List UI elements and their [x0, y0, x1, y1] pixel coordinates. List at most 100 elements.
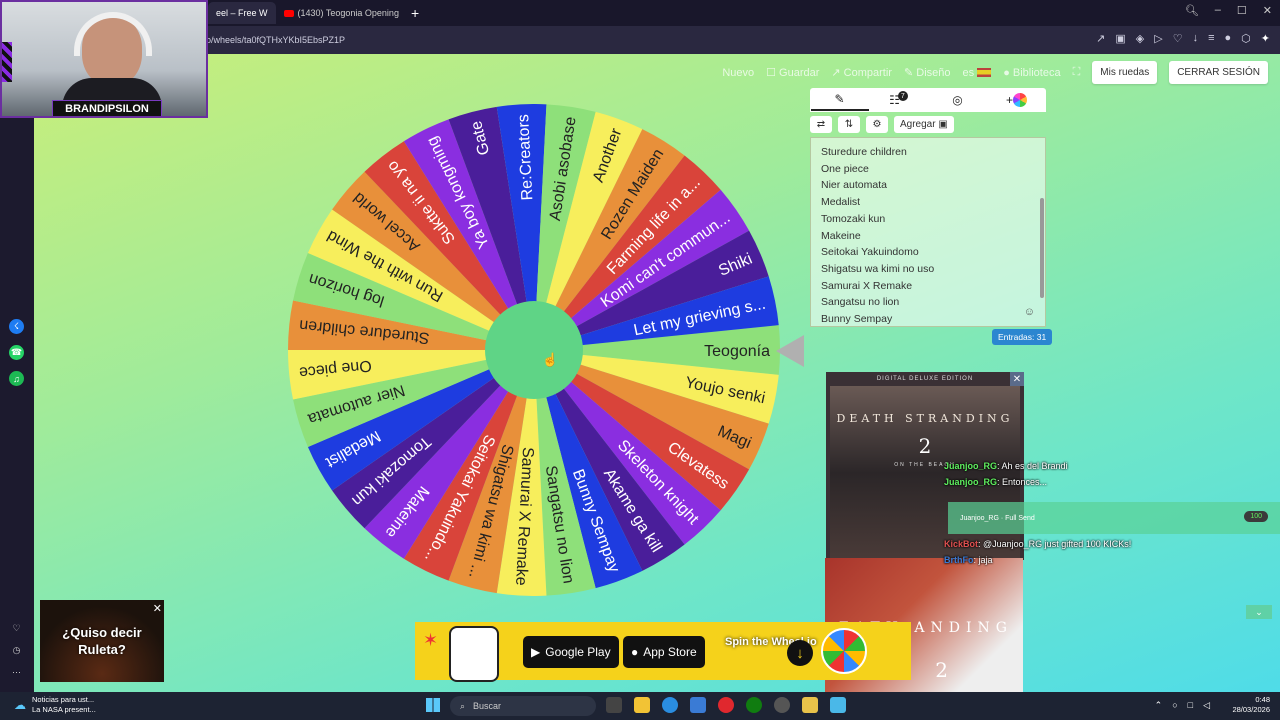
compartir-label: Compartir — [843, 67, 892, 79]
menu-icon[interactable]: ≡ — [1208, 32, 1214, 45]
close-button[interactable]: ✕ — [1263, 4, 1272, 17]
chat-overlay: Juanjoo_RG: Ah es del Brandi Juanjoo_RG:… — [944, 461, 1068, 493]
sort-button[interactable]: ⇅ — [838, 116, 860, 133]
google-play-icon: ▶ — [531, 645, 541, 659]
search-icon[interactable]: 🔍︎ — [1185, 4, 1199, 17]
clock[interactable]: 0:48 28/03/2026 — [1232, 695, 1270, 715]
download-icon[interactable]: ↓ — [1193, 32, 1199, 45]
maximize-button[interactable]: ☐ — [1237, 4, 1247, 17]
profile-icon[interactable]: ● — [1225, 32, 1232, 45]
file-explorer-icon[interactable] — [634, 697, 650, 713]
app-icon[interactable] — [802, 697, 818, 713]
wheel-center[interactable] — [485, 301, 583, 399]
entry-item: One piece — [821, 162, 869, 175]
shuffle-button[interactable]: ⇄ — [810, 116, 832, 133]
shield-icon[interactable]: ◈ — [1136, 32, 1144, 45]
play-icon[interactable]: ▷ — [1154, 32, 1162, 45]
store-icon[interactable] — [690, 697, 706, 713]
roulette-text: ¿Quiso decir Ruleta? — [62, 625, 142, 657]
tab-edit[interactable]: ✎ — [810, 89, 869, 111]
spotify-icon[interactable]: ♫ — [9, 371, 24, 386]
taskbar: ☁ Noticias para ust... La NASA present...… — [0, 692, 1280, 720]
nuevo-link[interactable]: Nuevo — [722, 67, 754, 79]
task-view-icon[interactable] — [606, 697, 622, 713]
google-play-button[interactable]: ▶ Google Play — [523, 636, 619, 668]
fullscreen-icon[interactable]: ⛶ — [1073, 66, 1081, 79]
chevron-down-icon[interactable]: ⌄ — [1246, 605, 1272, 619]
browser-toolbar: ↗ ▣ ◈ ▷ ♡ ↓ ≡ ● ⬡ ✦ — [1096, 32, 1270, 45]
chat-user: Juanjoo_RG — [944, 477, 998, 487]
chat-line: Juanjoo_RG: Ah es del Brandi — [944, 461, 1068, 471]
share-icon[interactable]: ↗ — [1096, 32, 1105, 45]
entry-item: Tomozaki kun — [821, 212, 886, 225]
ai-icon[interactable]: ✦ — [1261, 32, 1270, 45]
settings-button[interactable]: ⚙ — [866, 116, 888, 133]
guardar-link[interactable]: ☐ Guardar — [766, 66, 819, 79]
entries-count: Entradas: 31 — [992, 329, 1053, 345]
mic-icon[interactable]: ○ — [1172, 700, 1177, 711]
heart-icon[interactable]: ♡ — [1173, 32, 1183, 45]
language-select[interactable]: es — [963, 67, 992, 79]
download-icon: ↓ — [787, 640, 813, 666]
youtube-icon — [283, 9, 294, 17]
edge-icon[interactable] — [662, 697, 678, 713]
network-icon[interactable]: □ — [1188, 700, 1193, 711]
biblioteca-link[interactable]: ● Biblioteca — [1003, 67, 1060, 79]
volume-icon[interactable]: ◁ — [1203, 700, 1210, 711]
emoji-icon[interactable]: ☺ — [1024, 306, 1035, 318]
chevron-up-icon[interactable]: ⌃ — [1155, 700, 1163, 711]
close-icon[interactable]: ✕ — [1010, 372, 1024, 386]
more-icon[interactable]: ⋯ — [9, 665, 24, 680]
tab-hidden[interactable]: ◎ — [929, 89, 987, 111]
streamer-name: BRANDIPSILON — [52, 100, 162, 116]
entry-item: Sangatsu no lion — [821, 296, 900, 309]
app-banner-ad[interactable]: ✶ ▶ Google Play ● App Store Spin the Wheel… — [415, 622, 911, 682]
weather-icon: ☁ — [14, 698, 26, 712]
add-image-button[interactable]: Agregar ▣ — [894, 116, 954, 133]
tab-results[interactable]: ☷ 7 — [870, 89, 928, 111]
taskbar-search[interactable]: ⌕ Buscar — [450, 696, 596, 716]
minimize-button[interactable]: – — [1215, 4, 1221, 17]
roulette-ad[interactable]: ¿Quiso decir Ruleta? ✕ — [40, 600, 164, 682]
steam-icon[interactable] — [774, 697, 790, 713]
tab-wheel[interactable]: eel – Free W — [208, 2, 276, 24]
windows-start-icon[interactable] — [426, 698, 440, 712]
whatsapp-icon[interactable]: ☎ — [9, 345, 24, 360]
news-widget[interactable]: ☁ Noticias para ust... La NASA present... — [14, 695, 96, 715]
chat-line: BrthFo: jaja — [944, 555, 1131, 565]
entries-scrollbar[interactable] — [1040, 198, 1044, 298]
messenger-icon[interactable]: ☇ — [9, 319, 24, 334]
tab-youtube[interactable]: (1430) Teogonia Opening — [276, 2, 407, 24]
clock-date: 28/03/2026 — [1232, 705, 1270, 714]
window-controls: 🔍︎ – ☐ ✕ — [1185, 4, 1272, 17]
webcam-overlay: BRANDIPSILON — [0, 0, 208, 118]
app-store-button[interactable]: ● App Store — [623, 636, 705, 668]
extension-icon[interactable]: ⬡ — [1241, 32, 1251, 45]
url-field[interactable]: o/wheels/ta0fQTHxYKbI5EbsPZ1P — [206, 35, 345, 45]
entry-item: Nier automata — [821, 179, 887, 192]
entry-item: Medalist — [821, 196, 861, 209]
diseno-link[interactable]: ✎ Diseño — [904, 66, 951, 79]
xbox-icon[interactable] — [746, 697, 762, 713]
cerrar-sesion-button[interactable]: CERRAR SESIÓN — [1169, 61, 1268, 84]
opera-icon[interactable] — [718, 697, 734, 713]
mini-wheel-icon — [821, 628, 867, 674]
compartir-link[interactable]: ↗ Compartir — [831, 66, 892, 79]
phone-image — [449, 626, 499, 682]
notepad-icon[interactable] — [830, 697, 846, 713]
language-label: es — [962, 66, 975, 79]
heart-icon[interactable]: ♡ — [9, 621, 24, 636]
editor-tabs: ✎ ☷ 7 ◎ + — [810, 88, 1046, 112]
tab-add-wheel[interactable]: + — [988, 89, 1046, 111]
entries-textarea[interactable]: Sturedure children One piece Nier automa… — [810, 137, 1046, 327]
mis-ruedas-button[interactable]: Mis ruedas — [1092, 61, 1158, 84]
chat-user: KickBot — [944, 539, 979, 549]
history-icon[interactable]: ◷ — [9, 643, 24, 658]
close-icon[interactable]: ✕ — [153, 602, 162, 615]
system-tray: ⌃ ○ □ ◁ — [1155, 700, 1210, 711]
entry-item: Bunny Sempay — [821, 313, 893, 326]
biblioteca-label: Biblioteca — [1012, 66, 1061, 79]
new-tab-button[interactable]: + — [411, 5, 419, 21]
camera-icon[interactable]: ▣ — [1115, 32, 1125, 45]
mouse-cursor: ☝ — [542, 352, 559, 367]
